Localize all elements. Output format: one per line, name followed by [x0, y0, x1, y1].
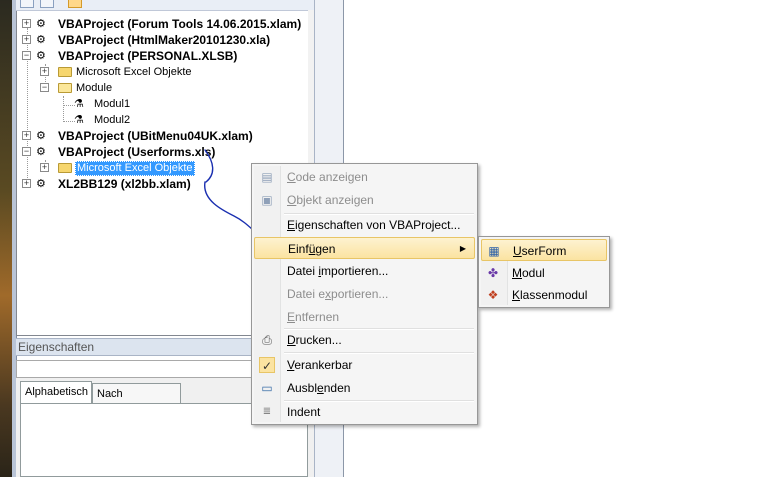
tab-alphabetisch[interactable]: Alphabetisch: [20, 381, 92, 403]
tree-node-project[interactable]: − ⚙ VBAProject (PERSONAL.XLSB): [22, 48, 307, 64]
menu-item-datei-exportieren[interactable]: Datei exportieren...: [254, 283, 475, 305]
menu-item-datei-importieren[interactable]: Datei importieren...: [254, 260, 475, 282]
object-icon: ▣: [261, 193, 273, 207]
insert-submenu: ▦ UserForm ✤ Modul ❖ Klassenmodul: [478, 236, 610, 308]
view-code-toolbar-button[interactable]: [20, 0, 34, 8]
desktop-background-strip: [0, 0, 12, 477]
toggle-folders-toolbar-button[interactable]: [68, 0, 82, 8]
view-object-toolbar-button[interactable]: [40, 0, 54, 8]
expand-icon[interactable]: +: [22, 35, 31, 44]
tree-node-module[interactable]: ⚗ Modul1: [74, 96, 274, 112]
module-label: Modul1: [94, 98, 131, 110]
expand-icon[interactable]: +: [22, 19, 31, 28]
project-label: VBAProject (PERSONAL.XLSB): [58, 49, 238, 63]
expand-icon[interactable]: +: [22, 179, 31, 188]
menu-item-eigenschaften[interactable]: Eigenschaften von VBAProject...: [254, 214, 475, 236]
collapse-icon[interactable]: −: [40, 83, 49, 92]
expand-icon[interactable]: +: [40, 163, 49, 172]
folder-label: Module: [76, 82, 113, 94]
tree-node-folder[interactable]: + Microsoft Excel Objekte: [40, 64, 300, 80]
menu-item-code-anzeigen[interactable]: ▤ Code anzeigen: [254, 166, 475, 188]
submenu-item-userform[interactable]: ▦ UserForm: [481, 239, 607, 261]
menu-item-objekt-anzeigen[interactable]: ▣ Objekt anzeigen: [254, 189, 475, 211]
menu-item-einfuegen[interactable]: Einfügen ▶: [254, 237, 475, 259]
folder-label: Microsoft Excel Objekte: [76, 66, 192, 78]
printer-icon: ⎙: [262, 333, 272, 347]
expand-icon[interactable]: +: [40, 67, 49, 76]
vba-project-icon: ⚙: [36, 178, 46, 190]
tree-node-project[interactable]: + ⚙ VBAProject (HtmlMaker20101230.xla): [22, 32, 307, 48]
explorer-toolbar: ▾: [16, 0, 327, 11]
folder-icon: [58, 67, 72, 77]
indent-icon: ≣: [262, 406, 272, 417]
code-icon: ▤: [261, 170, 273, 184]
open-folder-icon: [58, 83, 72, 93]
class-module-icon: ❖: [487, 288, 499, 302]
collapse-icon[interactable]: −: [22, 51, 31, 60]
vba-project-icon: ⚙: [36, 34, 46, 46]
tree-node-project[interactable]: − ⚙ VBAProject (Userforms.xls): [22, 144, 307, 160]
menu-item-verankerbar[interactable]: ✓ Verankerbar: [254, 354, 475, 376]
menu-item-indent[interactable]: ≣ Indent: [254, 401, 475, 423]
project-label: VBAProject (HtmlMaker20101230.xla): [58, 33, 271, 47]
module-icon: ✤: [487, 266, 499, 280]
vba-project-icon: ⚙: [36, 130, 46, 142]
tree-node-folder[interactable]: − Module: [40, 80, 300, 96]
module-label: Modul2: [94, 114, 131, 126]
window-icon: ▭: [261, 381, 273, 395]
folder-icon: [58, 163, 72, 173]
module-icon: ⚗: [74, 98, 84, 110]
tree-line: [63, 96, 64, 122]
tab-nach-kategorien[interactable]: Nach Kategorien: [92, 383, 181, 420]
expand-icon[interactable]: +: [22, 131, 31, 140]
menu-item-drucken[interactable]: ⎙ Drucken...: [254, 329, 475, 351]
project-label: XL2BB129 (xl2bb.xlam): [58, 177, 191, 191]
menu-item-ausblenden[interactable]: ▭ Ausblenden: [254, 377, 475, 399]
vba-project-icon: ⚙: [36, 146, 46, 158]
checkmark-icon: ✓: [259, 357, 275, 373]
tree-node-module[interactable]: ⚗ Modul2: [74, 112, 274, 128]
collapse-icon[interactable]: −: [22, 147, 31, 156]
menu-item-entfernen[interactable]: Entfernen: [254, 306, 475, 328]
context-menu: ▤ Code anzeigen ▣ Objekt anzeigen Eigens…: [251, 163, 478, 425]
submenu-item-klassenmodul[interactable]: ❖ Klassenmodul: [481, 284, 607, 306]
submenu-arrow-icon: ▶: [459, 244, 466, 253]
vba-project-icon: ⚙: [36, 18, 46, 30]
module-icon: ⚗: [74, 114, 84, 126]
project-label: VBAProject (Forum Tools 14.06.2015.xlam): [58, 17, 302, 31]
project-label: VBAProject (UBitMenu04UK.xlam): [58, 129, 253, 143]
userform-icon: ▦: [488, 244, 500, 258]
vba-project-icon: ⚙: [36, 50, 46, 62]
project-label: VBAProject (Userforms.xls): [58, 145, 216, 159]
tree-node-project[interactable]: + ⚙ VBAProject (UBitMenu04UK.xlam): [22, 128, 307, 144]
tree-node-project[interactable]: + ⚙ VBAProject (Forum Tools 14.06.2015.x…: [22, 16, 307, 32]
submenu-item-modul[interactable]: ✤ Modul: [481, 262, 607, 284]
selected-folder-label: Microsoft Excel Objekte: [75, 161, 195, 176]
